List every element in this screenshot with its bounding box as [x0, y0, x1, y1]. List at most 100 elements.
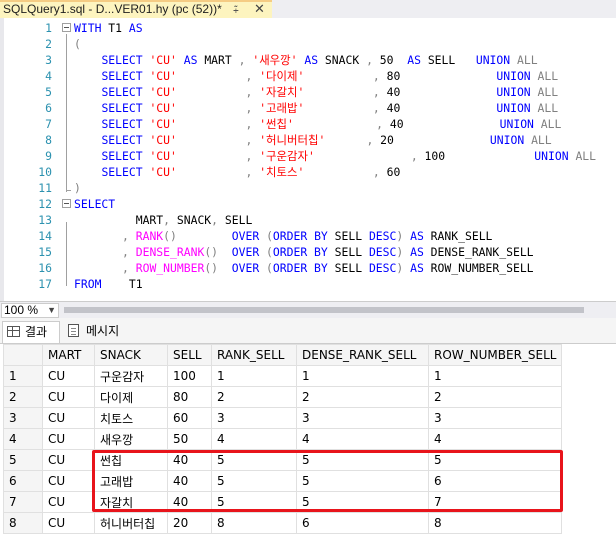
table-row[interactable]: 8 CU 허니버터칩 20 8 6 8 [3, 512, 563, 534]
document-tab[interactable]: SQLQuery1.sql - D...VER01.hy (pc (52))* … [0, 0, 272, 18]
grid-cell[interactable]: 20 [167, 512, 212, 534]
column-header[interactable]: RANK_SELL [211, 344, 297, 366]
code-line[interactable]: 6 SELECT 'CU' , '고래밥' , 40 UNION ALL [0, 100, 616, 116]
grid-cell[interactable]: 40 [167, 470, 212, 492]
grid-cell[interactable]: 2 [427, 386, 563, 408]
grid-cell[interactable]: 구운감자 [94, 365, 168, 387]
table-row[interactable]: 7 CU 자갈치 40 5 5 7 [3, 491, 563, 513]
grid-corner[interactable] [3, 344, 43, 366]
table-row[interactable]: 5 CU 썬칩 40 5 5 5 [3, 449, 563, 471]
table-row[interactable]: 1 CU 구운감자 100 1 1 1 [3, 365, 563, 387]
grid-cell[interactable]: 8 [211, 512, 297, 534]
row-number[interactable]: 4 [3, 428, 43, 450]
grid-cell[interactable]: 4 [296, 428, 429, 450]
column-header[interactable]: SELL [167, 344, 212, 366]
row-number[interactable]: 8 [3, 512, 43, 534]
code-line[interactable]: 11) [0, 180, 616, 196]
grid-cell[interactable]: 치토스 [94, 407, 168, 429]
grid-cell[interactable]: 5 [296, 449, 429, 471]
grid-cell[interactable]: CU [42, 512, 95, 534]
code-line[interactable]: 1 WITH T1 AS [0, 20, 616, 36]
table-row[interactable]: 3 CU 치토스 60 3 3 3 [3, 407, 563, 429]
grid-cell[interactable]: 80 [167, 386, 212, 408]
grid-cell[interactable]: 2 [211, 386, 297, 408]
collapse-icon[interactable] [62, 199, 71, 208]
code-line[interactable]: 9 SELECT 'CU' , '구운감자' , 100 UNION ALL [0, 148, 616, 164]
query-editor[interactable]: 1 WITH T1 AS 2(3 SELECT 'CU' AS MART , '새우… [0, 18, 616, 301]
grid-cell[interactable]: CU [42, 407, 95, 429]
grid-cell[interactable]: 5 [211, 491, 297, 513]
grid-cell[interactable]: 허니버터칩 [94, 512, 168, 534]
grid-cell[interactable]: 3 [296, 407, 429, 429]
grid-cell[interactable]: CU [42, 365, 95, 387]
table-row[interactable]: 2 CU 다이제 80 2 2 2 [3, 386, 563, 408]
code-line[interactable]: 16 , ROW_NUMBER() OVER (ORDER BY SELL DE… [0, 260, 616, 276]
code-line[interactable]: 14 , RANK() OVER (ORDER BY SELL DESC) AS… [0, 228, 616, 244]
column-header[interactable]: SNACK [94, 344, 168, 366]
grid-cell[interactable]: 5 [211, 470, 297, 492]
grid-cell[interactable]: 1 [427, 365, 563, 387]
grid-cell[interactable]: CU [42, 386, 95, 408]
column-header[interactable]: ROW_NUMBER_SELL [427, 344, 563, 366]
collapse-icon[interactable] [62, 23, 71, 32]
row-number[interactable]: 5 [3, 449, 43, 471]
code-line[interactable]: 8 SELECT 'CU' , '허니버터칩' , 20 UNION ALL [0, 132, 616, 148]
grid-cell[interactable]: 40 [167, 491, 212, 513]
code-line[interactable]: 10 SELECT 'CU' , '치토스' , 60 [0, 164, 616, 180]
code-line[interactable]: 12 SELECT [0, 196, 616, 212]
code-line[interactable]: 5 SELECT 'CU' , '자갈치' , 40 UNION ALL [0, 84, 616, 100]
grid-cell[interactable]: 6 [296, 512, 429, 534]
tab-messages[interactable]: 메시지 [64, 321, 125, 343]
grid-cell[interactable]: 5 [211, 449, 297, 471]
horizontal-scrollbar[interactable] [64, 305, 604, 315]
table-row[interactable]: 6 CU 고래밥 40 5 5 6 [3, 470, 563, 492]
code-line[interactable]: 3 SELECT 'CU' AS MART , '새우깡' AS SNACK ,… [0, 52, 616, 68]
grid-cell[interactable]: CU [42, 491, 95, 513]
grid-cell[interactable]: 100 [167, 365, 212, 387]
column-header[interactable]: DENSE_RANK_SELL [296, 344, 429, 366]
grid-cell[interactable]: 60 [167, 407, 212, 429]
grid-cell[interactable]: 7 [427, 491, 563, 513]
code-line[interactable]: 17 FROM T1 [0, 276, 616, 292]
grid-cell[interactable]: 다이제 [94, 386, 168, 408]
grid-cell[interactable]: CU [42, 470, 95, 492]
grid-cell[interactable]: 3 [211, 407, 297, 429]
grid-cell[interactable]: 8 [427, 512, 563, 534]
zoom-dropdown[interactable]: 100 % ▼ [1, 303, 59, 318]
row-number[interactable]: 6 [3, 470, 43, 492]
row-number[interactable]: 7 [3, 491, 43, 513]
grid-cell[interactable]: 4 [211, 428, 297, 450]
grid-cell[interactable]: 1 [211, 365, 297, 387]
grid-cell[interactable]: 5 [296, 470, 429, 492]
row-number[interactable]: 3 [3, 407, 43, 429]
grid-cell[interactable]: 2 [296, 386, 429, 408]
grid-cell[interactable]: CU [42, 449, 95, 471]
row-number[interactable]: 1 [3, 365, 43, 387]
grid-cell[interactable]: CU [42, 428, 95, 450]
grid-cell[interactable]: 5 [296, 491, 429, 513]
grid-cell[interactable]: 1 [296, 365, 429, 387]
code-line[interactable]: 4 SELECT 'CU' , '다이제' , 80 UNION ALL [0, 68, 616, 84]
column-header[interactable]: MART [42, 344, 95, 366]
grid-cell[interactable]: 새우깡 [94, 428, 168, 450]
code-line[interactable]: 13 MART, SNACK, SELL [0, 212, 616, 228]
grid-cell[interactable]: 3 [427, 407, 563, 429]
code-line[interactable]: 7 SELECT 'CU' , '썬칩' , 40 UNION ALL [0, 116, 616, 132]
grid-cell[interactable]: 고래밥 [94, 470, 168, 492]
grid-cell[interactable]: 6 [427, 470, 563, 492]
grid-cell[interactable]: 5 [427, 449, 563, 471]
pin-icon[interactable]: ⨤ [233, 3, 239, 18]
grid-cell[interactable]: 50 [167, 428, 212, 450]
close-icon[interactable]: ✕ [254, 1, 265, 16]
scrollbar-thumb[interactable] [64, 307, 584, 313]
table-row[interactable]: 4 CU 새우깡 50 4 4 4 [3, 428, 563, 450]
row-number[interactable]: 2 [3, 386, 43, 408]
code-line[interactable]: 15 , DENSE_RANK() OVER (ORDER BY SELL DE… [0, 244, 616, 260]
grid-cell[interactable]: 4 [427, 428, 563, 450]
code-line[interactable]: 2( [0, 36, 616, 52]
results-grid[interactable]: MART SNACK SELL RANK_SELL DENSE_RANK_SEL… [3, 344, 563, 534]
grid-cell[interactable]: 자갈치 [94, 491, 168, 513]
grid-cell[interactable]: 썬칩 [94, 449, 168, 471]
grid-cell[interactable]: 40 [167, 449, 212, 471]
tab-results[interactable]: 결과 [2, 321, 60, 343]
